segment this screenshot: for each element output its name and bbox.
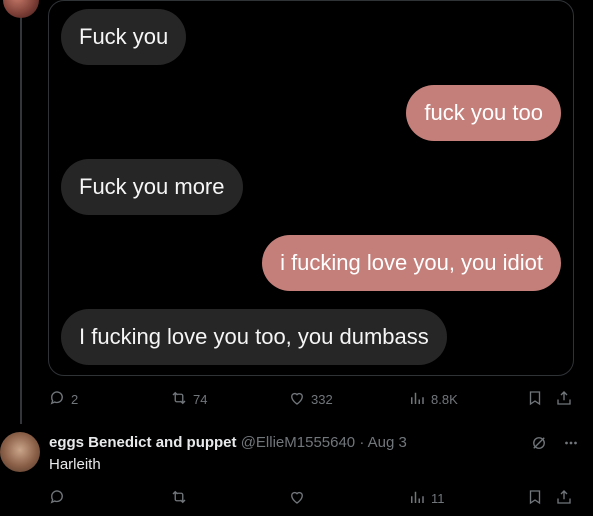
reply-button[interactable]: 2	[48, 389, 78, 410]
reply-author-avatar[interactable]	[0, 432, 40, 472]
post-action-bar: 2 74 332 8.8K	[48, 389, 578, 411]
reply-count: 2	[71, 392, 79, 407]
views-button[interactable]: 11	[408, 488, 445, 509]
like-count: 332	[311, 392, 333, 407]
chat-bubble: I fucking love you too, you dumbass	[61, 309, 447, 365]
bookmark-button[interactable]	[526, 389, 544, 410]
reply-icon	[48, 488, 66, 509]
reply-text: Harleith	[49, 456, 101, 473]
reply-author-handle[interactable]: @EllieM1555640	[241, 434, 355, 451]
repost-button[interactable]: 74	[170, 389, 207, 410]
reply-top-icons	[530, 434, 580, 457]
reply-date[interactable]: Aug 3	[368, 434, 407, 451]
views-icon	[408, 488, 426, 509]
view-count: 11	[431, 491, 445, 506]
repost-icon	[170, 389, 188, 410]
like-icon	[288, 389, 306, 410]
view-count: 8.8K	[431, 392, 458, 407]
reply-button[interactable]	[48, 488, 66, 509]
bookmark-icon	[526, 488, 544, 509]
grok-icon[interactable]	[530, 434, 548, 457]
share-button[interactable]	[555, 488, 573, 509]
avatar[interactable]	[3, 0, 39, 18]
share-button[interactable]	[555, 389, 573, 410]
chat-screenshot-media[interactable]: Fuck you fuck you too Fuck you more i fu…	[48, 0, 574, 376]
repost-button[interactable]	[170, 488, 188, 509]
reply-author-name[interactable]: eggs Benedict and puppet	[49, 434, 237, 451]
like-icon	[288, 488, 306, 509]
reply-icon	[48, 389, 66, 410]
reply-action-bar: 11	[48, 488, 578, 510]
repost-icon	[170, 488, 188, 509]
share-icon	[555, 389, 573, 410]
like-button[interactable]: 332	[288, 389, 333, 410]
chat-bubble: Fuck you more	[61, 159, 243, 215]
more-icon[interactable]	[562, 434, 580, 457]
chat-bubble: i fucking love you, you idiot	[262, 235, 561, 291]
thread-line	[20, 0, 22, 424]
views-button[interactable]: 8.8K	[408, 389, 458, 410]
views-icon	[408, 389, 426, 410]
chat-bubble: Fuck you	[61, 9, 187, 65]
separator-dot: ·	[359, 434, 365, 451]
repost-count: 74	[193, 392, 208, 407]
bookmark-icon	[526, 389, 544, 410]
chat-bubble: fuck you too	[406, 85, 561, 141]
reply-author-line: eggs Benedict and puppet @EllieM1555640 …	[49, 434, 407, 451]
share-icon	[555, 488, 573, 509]
bookmark-button[interactable]	[526, 488, 544, 509]
like-button[interactable]	[288, 488, 306, 509]
